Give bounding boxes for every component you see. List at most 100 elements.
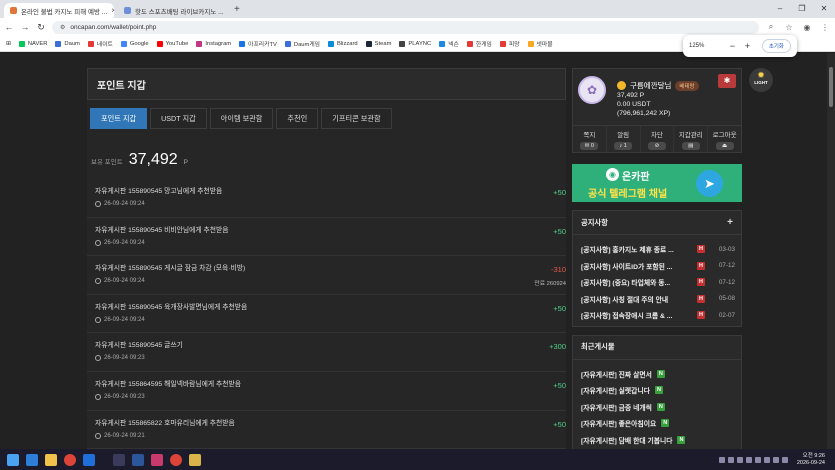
zoom-in-button[interactable]: + <box>742 41 752 51</box>
bookmark-item[interactable]: Blizzard <box>328 40 358 47</box>
forward-icon[interactable]: → <box>20 22 30 32</box>
system-tray: 오전 9:26 2026-09-24 <box>718 453 835 467</box>
bookmark-item[interactable]: 아프리카TV <box>239 39 277 48</box>
tray-icon[interactable] <box>745 456 752 463</box>
clock-icon <box>95 201 101 207</box>
tab-point-wallet[interactable]: 포인트 지갑 <box>90 108 148 129</box>
new-badge-icon: N <box>656 402 665 411</box>
url-field[interactable]: ⚙ oncapan.com/wallet/point.php <box>52 20 759 34</box>
alerts-button[interactable]: 알림 ♪ 1 <box>607 126 641 152</box>
windows-start-icon[interactable] <box>7 453 19 466</box>
bookmark-star-icon[interactable]: ☆ <box>783 23 795 32</box>
bookmark-item[interactable]: PLAYNC <box>399 40 431 47</box>
site-info-icon[interactable]: ⚙ <box>60 24 65 31</box>
bookmark-item[interactable]: Daum게임 <box>284 39 320 48</box>
bookmark-item[interactable]: 피망 <box>499 39 520 48</box>
wallet-manage-button[interactable]: 지갑관리 ▤ <box>674 126 709 152</box>
zoom-out-button[interactable]: − <box>727 41 737 51</box>
logout-button[interactable]: 로그아웃 ⏏ <box>708 126 741 152</box>
recent-post-item[interactable]: [자유게시판] 담배 한대 기봅니다 N <box>581 432 741 449</box>
close-window-icon[interactable]: ✕ <box>813 0 835 18</box>
page-title: 포인트 지갑 <box>87 68 566 100</box>
task-view-icon[interactable] <box>26 453 38 466</box>
block-button[interactable]: 차단 ⊘ <box>641 126 675 152</box>
back-icon[interactable]: ← <box>4 22 14 32</box>
tab-usdt-wallet[interactable]: USDT 지갑 <box>150 108 207 129</box>
bookmark-item[interactable]: 넷마블 <box>527 39 553 48</box>
notice-item[interactable]: [공지사항] 접속장애시 크롬 & ... H 02-07 <box>581 307 741 324</box>
notice-item[interactable]: [공지사항] 홍카지노 제휴 종료 ... H 03-03 <box>581 241 741 258</box>
menu-icon[interactable]: ⋮ <box>819 23 831 32</box>
bookmark-item[interactable]: YouTube <box>156 40 188 47</box>
tray-icon[interactable] <box>718 456 725 463</box>
taskbar-app-icon[interactable] <box>113 453 125 466</box>
recent-post-item[interactable]: [자유게시판] 실렛갑니다 N <box>581 382 741 399</box>
clock-icon <box>95 239 101 246</box>
hot-badge-icon: H <box>697 294 705 303</box>
history-desc: 자유게시판 155864595 해일넥바람님에게 추천받음 <box>95 380 241 388</box>
browser-tab-active[interactable]: 온라인 불법 카지노 피해 예방 ... × <box>4 3 114 18</box>
tab-referrer[interactable]: 추천인 <box>276 108 319 129</box>
profile-name[interactable]: 구름에깐달님 <box>630 80 671 91</box>
taskbar-app-icon[interactable] <box>189 453 201 466</box>
profile-card: ✿ 구름에깐달님 베테랑 37,492 P 0.00 USDT (796,961… <box>572 68 773 126</box>
tray-icon[interactable] <box>736 456 743 463</box>
site-favicon-icon <box>10 7 17 14</box>
ie-icon[interactable] <box>83 453 95 466</box>
reload-icon[interactable]: ↻ <box>36 22 46 33</box>
bookmark-item[interactable]: Google <box>120 40 149 47</box>
minimize-icon[interactable]: – <box>769 0 791 18</box>
new-tab-button[interactable]: + <box>234 3 240 18</box>
history-amount: -310 <box>550 265 566 275</box>
bookmark-item[interactable]: 한게임 <box>466 39 492 48</box>
network-icon[interactable] <box>781 456 788 463</box>
telegram-channel-banner[interactable]: ◉ 온카판 공식 텔레그램 채널 ➤ <box>572 164 742 202</box>
settings-gear-button[interactable]: ✱ <box>718 74 736 88</box>
scrollbar-thumb[interactable] <box>829 67 833 107</box>
notice-item[interactable]: [공지사항] 사칭 절대 주의 안내 H 05-08 <box>581 291 741 308</box>
tab-gifticon-storage[interactable]: 기프티콘 보관함 <box>321 108 392 129</box>
tray-icon[interactable] <box>727 456 734 463</box>
messages-button[interactable]: 쪽지 ✉ 0 <box>573 126 607 152</box>
close-tab-icon[interactable]: × <box>111 6 114 15</box>
telegram-icon: ➤ <box>696 170 723 197</box>
browser-tab[interactable]: 핫도 스포츠배팅 라이브카지노 ... × <box>118 3 228 18</box>
recent-post-item[interactable]: [자유게시판] 좋은아침이요 N <box>581 415 741 432</box>
avatar[interactable]: ✿ <box>578 76 606 104</box>
tray-icon[interactable] <box>754 456 761 463</box>
more-plus-icon[interactable]: + <box>727 217 733 228</box>
page-scrollbar[interactable] <box>827 53 835 449</box>
taskbar-clock[interactable]: 오전 9:26 2026-09-24 <box>797 453 825 467</box>
profile-icon[interactable]: ◉ <box>801 23 813 32</box>
light-mode-toggle[interactable]: ✹ LIGHT <box>749 68 773 92</box>
bookmark-item[interactable]: NAVER <box>18 40 47 47</box>
profile-actions: 쪽지 ✉ 0 알림 ♪ 1 차단 ⊘ 지갑관리 ▤ 로그아웃 ⏏ <box>572 126 742 153</box>
profile-points: 37,492 P <box>617 92 645 99</box>
recent-post-item[interactable]: [자유게시판] 금증 네개씩 N <box>581 399 741 416</box>
logout-icon: ⏏ <box>715 142 734 150</box>
chrome-icon[interactable] <box>64 453 76 466</box>
tray-icon[interactable] <box>763 456 770 463</box>
bookmark-item[interactable]: 네이트 <box>87 39 113 48</box>
zoom-icon[interactable]: ⌕ <box>765 22 777 32</box>
zoom-reset-button[interactable]: 초기화 <box>761 39 791 53</box>
word-icon[interactable] <box>132 453 144 466</box>
history-row: 자유게시판 155890545 육개장사발면님에게 추천받음 26-09-24 … <box>87 295 566 334</box>
chrome-icon[interactable] <box>170 453 182 466</box>
file-explorer-icon[interactable] <box>45 453 57 466</box>
history-amount: +50 <box>553 380 566 390</box>
volume-icon[interactable] <box>772 456 779 463</box>
notice-item[interactable]: [공지사항] 사이트ID가 포함된 ... H 07-12 <box>581 258 741 275</box>
maximize-icon[interactable]: ❐ <box>791 0 813 18</box>
mail-icon: ✉ <box>584 143 590 149</box>
bookmark-item[interactable]: Steam <box>365 40 391 47</box>
bookmark-item[interactable]: 넥슨 <box>439 39 459 48</box>
recent-post-item[interactable]: [자유게시판] 진짜 살면서 N <box>581 366 741 383</box>
notice-item[interactable]: [공지사항] (중요) 타업체와 동... H 07-12 <box>581 274 741 291</box>
bookmark-item[interactable]: Daum <box>55 40 80 47</box>
taskbar-app-icon[interactable] <box>151 453 163 466</box>
apps-grid-icon[interactable]: ⊞ <box>6 41 11 47</box>
history-row: 자유게시판 155890545 게시글 잠금 차감 (모육·비방) 26-09-… <box>87 256 566 295</box>
bookmark-item[interactable]: Instagram <box>196 40 231 47</box>
tab-item-storage[interactable]: 아이템 보관함 <box>209 108 274 129</box>
